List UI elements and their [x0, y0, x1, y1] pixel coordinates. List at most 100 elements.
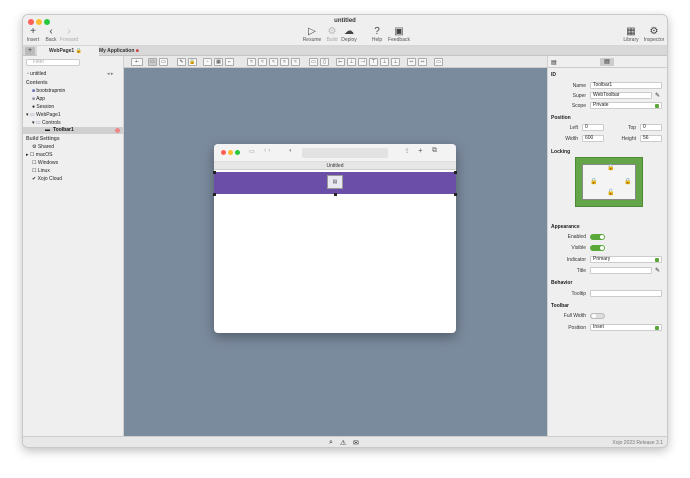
name-field[interactable]: Toolbar1: [590, 82, 662, 89]
nav-item-controls[interactable]: ▾ ▭ Controls: [32, 120, 61, 126]
enabled-toggle[interactable]: [590, 234, 605, 240]
build-item-macos[interactable]: ▸ ☐ macOS: [26, 152, 52, 158]
indicator-dropdown[interactable]: Primary: [590, 256, 662, 263]
webpage-preview[interactable]: ▭ ‹ › ◐ ⇪ + ⧉ Untitled ▤: [214, 144, 456, 333]
super-label: Super: [572, 93, 586, 99]
distribute-h-icon[interactable]: ⇿: [407, 58, 416, 66]
super-field[interactable]: WebToolbar: [590, 92, 652, 99]
grid-button[interactable]: ▫: [203, 58, 212, 66]
zoom-button[interactable]: +·: [131, 58, 143, 66]
align-center-icon[interactable]: ⊥: [347, 58, 356, 66]
feedback-icon: ▣: [394, 26, 404, 37]
inspector-icon[interactable]: ▤: [551, 59, 557, 66]
top-field[interactable]: 0: [640, 124, 662, 131]
selection-handle[interactable]: [334, 193, 337, 196]
selection-handle[interactable]: [454, 193, 457, 196]
align-button-1[interactable]: ≈: [247, 58, 256, 66]
fill-height-button[interactable]: ▯: [320, 58, 329, 66]
corner-button[interactable]: ⌐: [225, 58, 234, 66]
align-button-5[interactable]: ≈: [291, 58, 300, 66]
align-middle-icon[interactable]: ⊥: [380, 58, 389, 66]
lock-bottom-icon[interactable]: 🔓: [607, 189, 614, 196]
scope-dropdown[interactable]: Private: [590, 102, 662, 109]
lock-button[interactable]: 🔒: [188, 58, 197, 66]
disclosure-icon: ▾: [26, 112, 29, 118]
feedback-button[interactable]: ▣ Feedback: [384, 26, 414, 43]
height-value: 56: [643, 135, 649, 141]
nav-item-app[interactable]: ■ App: [32, 96, 45, 102]
scope-value: Private: [593, 102, 609, 108]
align-button-4[interactable]: ≈: [280, 58, 289, 66]
lock-right-icon[interactable]: 🔒: [624, 178, 631, 185]
visible-toggle[interactable]: [590, 245, 605, 251]
behavior-header: Behavior: [551, 280, 573, 286]
pencil-icon[interactable]: ✎: [655, 267, 660, 274]
shield-icon: ◐: [289, 148, 293, 154]
indicator-label: Indicator: [566, 257, 586, 263]
add-tab-button[interactable]: +: [25, 47, 35, 55]
checkmark-icon: ✔: [32, 176, 37, 182]
build-item-windows[interactable]: ☐ Windows: [32, 160, 58, 166]
align-bottom-icon[interactable]: ⊥: [391, 58, 400, 66]
nav-item-bootstrapmin[interactable]: ■ bootstrapmin: [32, 88, 65, 94]
remove-icon[interactable]: [115, 128, 120, 133]
nav-item-toolbar1[interactable]: ▬ Toolbar1: [23, 127, 123, 134]
title-field[interactable]: [590, 267, 652, 274]
preview-icon[interactable]: ▭: [434, 58, 443, 66]
selection-handle[interactable]: [454, 171, 457, 174]
locking-widget[interactable]: 🔒 🔒 🔒 🔓: [575, 157, 643, 207]
left-value: 0: [585, 124, 588, 130]
build-label: Linux: [37, 168, 50, 174]
layout-editor-toolbar: +· ▭ ▭ ✎ 🔒 ▫ ▦ ⌐ ≈ ≈ ≈ ≈ ≈ ▭ ▯ ⊢ ⊥ ⊣ ⊤ ⊥…: [124, 56, 547, 68]
inspector-button[interactable]: ⚙ Inspector: [639, 26, 667, 43]
tab-order-button[interactable]: ▦: [214, 58, 223, 66]
address-bar: [302, 148, 388, 158]
view-code-button[interactable]: ▭: [159, 58, 168, 66]
title-label: Title: [576, 268, 586, 274]
align-top-icon[interactable]: ⊤: [369, 58, 378, 66]
toolbar-position-dropdown[interactable]: Inset: [590, 324, 662, 331]
view-layout-button[interactable]: ▭: [148, 58, 157, 66]
fullwidth-toggle[interactable]: [590, 313, 605, 319]
deploy-button[interactable]: ☁ Deploy: [334, 26, 364, 43]
tab-my-application[interactable]: My Application ■: [95, 46, 155, 56]
selection-handle[interactable]: [213, 171, 216, 174]
distribute-v-icon[interactable]: ⇿: [418, 58, 427, 66]
browser-chrome: ▭ ‹ › ◐ ⇪ + ⧉: [214, 144, 456, 162]
lock-left-icon[interactable]: 🔒: [590, 178, 597, 185]
tab-webpage1[interactable]: WebPage1 🔒: [37, 46, 99, 56]
navigator-sidebar: Filter ▫ untitled ◂ ▸ Contents ■ bootstr…: [23, 56, 124, 436]
toolbar1-control[interactable]: ▤: [214, 172, 456, 194]
filter-input[interactable]: Filter: [26, 59, 80, 66]
align-button-2[interactable]: ≈: [258, 58, 267, 66]
align-right-icon[interactable]: ⊣: [358, 58, 367, 66]
height-field[interactable]: 56: [640, 135, 662, 142]
pencil-icon[interactable]: ✎: [177, 58, 186, 66]
warning-icon[interactable]: ⚠: [340, 439, 346, 447]
build-item-shared[interactable]: ⚙ Shared: [32, 144, 54, 150]
messages-icon[interactable]: ✉: [353, 439, 359, 447]
search-icon[interactable]: ⌕: [329, 439, 333, 447]
align-button-3[interactable]: ≈: [269, 58, 278, 66]
selection-handle[interactable]: [213, 193, 216, 196]
build-label: Shared: [37, 144, 54, 150]
fill-width-button[interactable]: ▭: [309, 58, 318, 66]
webpage-icon: ▭: [29, 112, 35, 118]
build-item-linux[interactable]: ☐ Linux: [32, 168, 50, 174]
inspector-panel: ▤ ▤ ID Name Toolbar1 Super WebToolbar ✎ …: [547, 56, 667, 436]
pencil-icon[interactable]: ✎: [655, 92, 660, 99]
nav-arrows[interactable]: ◂ ▸: [107, 71, 113, 77]
properties-icon[interactable]: ▤: [600, 58, 614, 66]
forward-button[interactable]: › Forward: [54, 26, 84, 43]
align-left-icon[interactable]: ⊢: [336, 58, 345, 66]
sidebar-icon: ▭: [249, 149, 255, 155]
tooltip-field[interactable]: [590, 290, 662, 297]
nav-item-webpage1[interactable]: ▾ ▭ WebPage1: [26, 112, 61, 118]
tab-my-application-label: My Application: [99, 48, 135, 54]
project-item[interactable]: ▫ untitled: [27, 71, 46, 77]
build-item-xojo-cloud[interactable]: ✔ Xojo Cloud: [32, 176, 62, 182]
nav-label: Session: [36, 104, 55, 110]
nav-item-session[interactable]: ● Session: [32, 104, 54, 110]
lock-top-icon[interactable]: 🔒: [607, 164, 614, 171]
width-label: Width: [565, 136, 578, 142]
